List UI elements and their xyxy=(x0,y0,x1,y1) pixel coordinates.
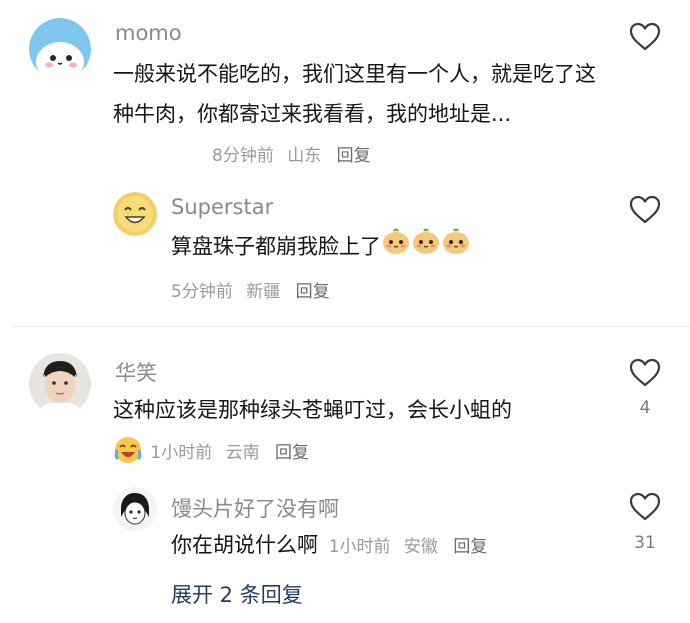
avatar[interactable] xyxy=(113,487,157,531)
cute-face-icon xyxy=(441,226,471,269)
reply-text: 你在胡说什么啊 xyxy=(171,533,318,557)
cute-face-icon xyxy=(411,226,441,269)
avatar-image xyxy=(29,353,91,415)
heart-icon[interactable] xyxy=(628,193,662,227)
reply-text: 算盘珠子都崩我脸上了 xyxy=(171,234,381,259)
reply-button[interactable]: 回复 xyxy=(453,537,487,557)
like-count: 31 xyxy=(634,533,656,553)
crying-laugh-icon xyxy=(113,435,143,470)
comment-username[interactable]: 华笑 xyxy=(115,357,157,387)
reply-time: 5分钟前 xyxy=(171,282,233,302)
heart-icon[interactable] xyxy=(628,20,662,54)
like-count: 4 xyxy=(639,398,651,418)
expand-replies-link[interactable]: 展开 2 条回复 xyxy=(171,579,303,609)
avatar[interactable] xyxy=(113,192,157,236)
reply-button[interactable]: 回复 xyxy=(275,443,309,463)
comment-meta: 8分钟前 山东 回复 xyxy=(212,141,371,166)
avatar-image xyxy=(113,487,157,531)
comment-text: 一般来说不能吃的，我们这里有一个人，就是吃了这种牛肉，你都寄过来我看看，我的地址… xyxy=(113,62,596,126)
comment-username[interactable]: momo xyxy=(115,21,182,45)
comment-time: 1小时前 xyxy=(150,442,213,463)
avatar-image xyxy=(113,192,157,236)
cute-face-icon xyxy=(381,226,411,269)
comment-text: 这种应该是那种绿头苍蝇叮过，会长小蛆的 xyxy=(113,398,512,422)
comment-location: 山东 xyxy=(287,146,322,166)
comment-meta: 1小时前 云南 回复 xyxy=(113,435,309,470)
comment-time: 8分钟前 xyxy=(212,146,274,166)
reply-location: 安徽 xyxy=(403,537,438,557)
heart-icon[interactable] xyxy=(628,490,662,524)
reply-meta: 1小时前 安徽 回复 xyxy=(329,537,488,557)
reply-button[interactable]: 回复 xyxy=(296,282,330,302)
comment-divider xyxy=(12,326,690,327)
reply-meta: 5分钟前 新疆 回复 xyxy=(171,277,330,302)
reply-location: 新疆 xyxy=(246,282,281,302)
reply-text-row: 你在胡说什么啊 1小时前 安徽 回复 xyxy=(171,525,611,567)
reply-time: 1小时前 xyxy=(328,537,391,557)
avatar[interactable] xyxy=(29,18,91,80)
reply-username[interactable]: 馒头片好了没有啊 xyxy=(171,493,339,523)
heart-icon[interactable] xyxy=(628,356,662,390)
comment-location: 云南 xyxy=(225,442,260,463)
avatar-image xyxy=(29,18,91,80)
avatar[interactable] xyxy=(29,353,91,415)
reply-text-row: 算盘珠子都崩我脸上了 xyxy=(171,226,591,269)
reply-button[interactable]: 回复 xyxy=(337,146,371,166)
reply-username[interactable]: Superstar xyxy=(171,195,273,219)
